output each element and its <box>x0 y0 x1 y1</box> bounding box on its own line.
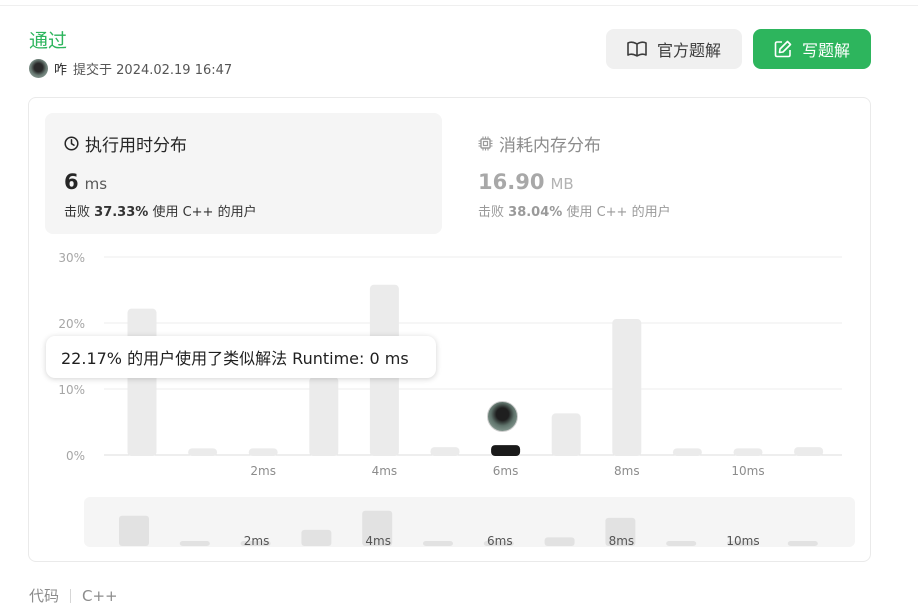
overview-tick-label: 8ms <box>609 534 635 548</box>
x-tick-label: 8ms <box>614 464 640 478</box>
bar <box>127 308 157 456</box>
overview-bar <box>119 515 149 546</box>
bar-selected <box>491 445 521 456</box>
overview-bar <box>787 541 818 546</box>
chart-tooltip: 22.17% 的用户使用了类似解法 Runtime: 0 ms <box>46 336 436 378</box>
code-footer: 代码 C++ <box>29 585 118 606</box>
overview-bar <box>179 541 210 546</box>
overview-bar <box>666 541 697 546</box>
x-tick-label: 2ms <box>250 464 276 478</box>
y-tick-label: 10% <box>58 383 85 397</box>
bar <box>794 447 824 456</box>
bar <box>430 447 460 456</box>
y-tick-label: 0% <box>66 449 85 463</box>
x-tick-label: 10ms <box>731 464 764 478</box>
bar <box>309 377 339 456</box>
my-submission-avatar <box>487 401 518 432</box>
overview-bar <box>544 537 575 546</box>
footer-divider <box>70 588 72 603</box>
overview-bar <box>301 529 332 546</box>
bar <box>551 413 581 456</box>
overview-tick-label: 2ms <box>244 534 270 548</box>
code-label: 代码 <box>29 587 60 605</box>
bar <box>248 448 278 456</box>
overview-tick-label: 4ms <box>365 534 391 548</box>
bar <box>188 448 218 456</box>
overview-tick-label: 10ms <box>726 534 759 548</box>
y-tick-label: 20% <box>58 317 85 331</box>
bar <box>733 448 763 456</box>
x-tick-label: 4ms <box>372 464 398 478</box>
bar <box>672 448 702 456</box>
x-tick-label: 6ms <box>493 464 519 478</box>
runtime-distribution-chart[interactable]: 30% 20% 10% 0% 2ms 4ms 6ms 8ms 10ms 2ms 4ms 6ms 8ms 1… <box>0 0 918 602</box>
y-tick-label: 30% <box>58 251 85 265</box>
bar <box>612 319 642 456</box>
overview-tick-label: 6ms <box>487 534 513 548</box>
overview-bar <box>423 541 453 546</box>
